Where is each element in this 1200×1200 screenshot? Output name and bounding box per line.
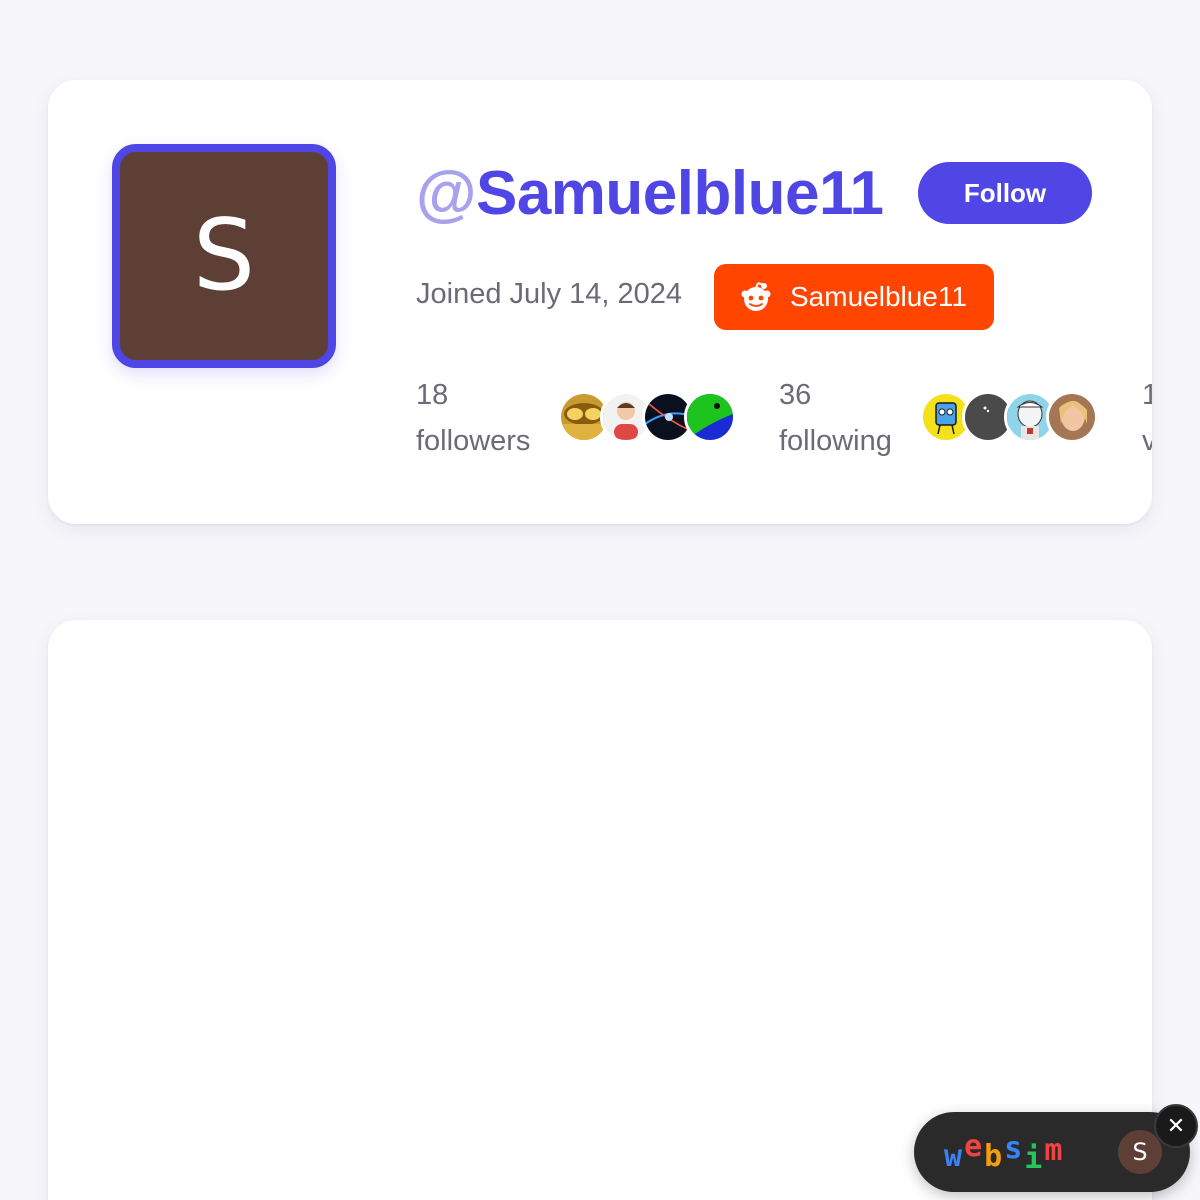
followers-avatars[interactable] bbox=[558, 391, 736, 443]
following-count: 36 bbox=[779, 379, 812, 411]
logo-letter: m bbox=[1044, 1132, 1065, 1168]
views-stat: 1650 views bbox=[1142, 372, 1152, 464]
widget-user-avatar[interactable]: S bbox=[1118, 1130, 1162, 1174]
followers-stat[interactable]: 18 followers bbox=[416, 372, 530, 464]
joined-date: Joined July 14, 2024 bbox=[416, 278, 683, 310]
logo-letter: e bbox=[964, 1128, 985, 1164]
logo-letter: w bbox=[944, 1138, 965, 1174]
reddit-link-button[interactable]: Samuelblue11 bbox=[714, 264, 994, 330]
following-avatars[interactable] bbox=[920, 391, 1098, 443]
follow-button[interactable]: Follow bbox=[918, 162, 1092, 224]
profile-page: S @Samuelblue11 Follow Joined July 14, 2… bbox=[0, 0, 1200, 1200]
logo-letter: b bbox=[984, 1138, 1005, 1174]
avatar-letter: S bbox=[192, 199, 256, 313]
following-stat[interactable]: 36 following bbox=[779, 372, 892, 464]
reddit-icon bbox=[741, 282, 771, 311]
username-at: @ bbox=[416, 159, 476, 228]
followers-label: followers bbox=[416, 425, 531, 457]
profile-avatar: S bbox=[112, 144, 336, 368]
followers-count: 18 bbox=[416, 379, 449, 411]
websim-logo: websim bbox=[944, 1129, 1065, 1176]
following-label: following bbox=[779, 425, 892, 457]
reddit-username: Samuelblue11 bbox=[790, 281, 967, 312]
views-count: 1650 bbox=[1142, 379, 1152, 411]
profile-card: S @Samuelblue11 Follow Joined July 14, 2… bbox=[48, 80, 1152, 524]
following-avatar bbox=[1046, 391, 1098, 443]
logo-letter: s bbox=[1004, 1130, 1025, 1166]
logo-letter: i bbox=[1024, 1140, 1045, 1176]
follower-avatar bbox=[684, 391, 736, 443]
username-text: Samuelblue11 bbox=[475, 159, 884, 228]
close-icon[interactable]: ✕ bbox=[1154, 1104, 1198, 1148]
websim-widget[interactable]: websim S bbox=[914, 1112, 1190, 1192]
profile-username: @Samuelblue11 bbox=[416, 158, 884, 229]
views-label: views bbox=[1142, 425, 1152, 457]
